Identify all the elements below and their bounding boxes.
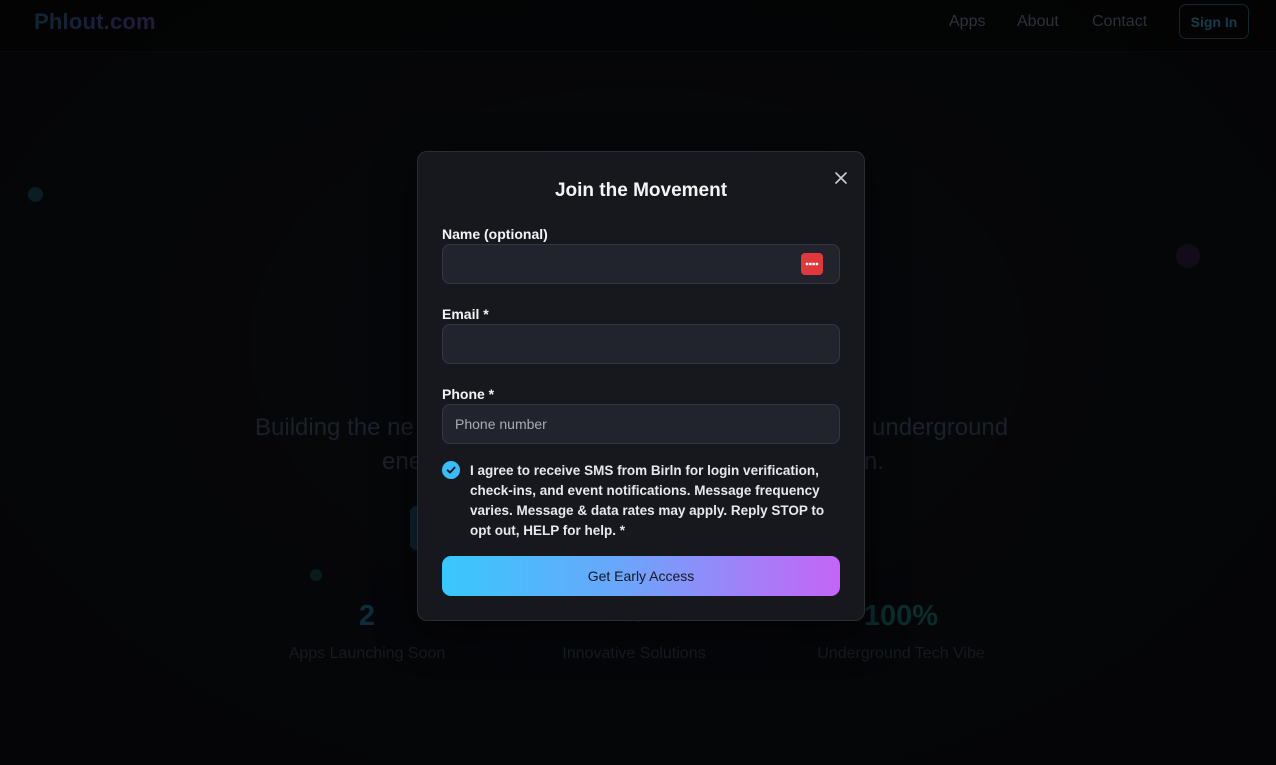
email-field[interactable] — [442, 324, 840, 364]
phone-field[interactable] — [442, 404, 840, 444]
hero-line1-right: underground — [872, 414, 1009, 441]
decorative-dot — [310, 569, 322, 581]
password-manager-icon[interactable] — [801, 253, 823, 275]
email-label: Email * — [442, 306, 489, 322]
name-field[interactable] — [442, 244, 840, 284]
sign-in-button[interactable]: Sign In — [1179, 4, 1249, 39]
hero-line1-left: Building the ne — [255, 414, 414, 441]
navbar: Phlout.com Apps About Contact Sign In — [0, 0, 1276, 52]
stat-label-vibe: Underground Tech Vibe — [817, 645, 985, 662]
hero-line2-right: n. — [864, 448, 885, 475]
nav-link-about[interactable]: About — [1017, 13, 1059, 31]
checkmark-icon — [446, 466, 456, 474]
close-button[interactable] — [831, 168, 851, 188]
stat-label-apps: Apps Launching Soon — [288, 645, 446, 662]
stat-label-solutions: Innovative Solutions — [562, 645, 706, 662]
nav-link-contact[interactable]: Contact — [1092, 13, 1147, 31]
get-early-access-button[interactable]: Get Early Access — [442, 556, 840, 596]
name-label: Name (optional) — [442, 226, 548, 242]
nav-link-apps[interactable]: Apps — [949, 13, 985, 31]
decorative-dot — [28, 187, 43, 202]
sms-consent-text: I agree to receive SMS from Birln for lo… — [470, 463, 825, 538]
dots-icon — [805, 262, 819, 266]
site-logo[interactable]: Phlout.com — [34, 9, 156, 35]
modal-title: Join the Movement — [554, 180, 728, 201]
phone-label: Phone * — [442, 386, 495, 402]
signup-modal: Join the Movement Name (optional) Email … — [417, 151, 865, 621]
close-icon — [835, 172, 847, 184]
decorative-dot — [1176, 244, 1200, 268]
sms-consent-checkbox[interactable] — [442, 461, 460, 479]
